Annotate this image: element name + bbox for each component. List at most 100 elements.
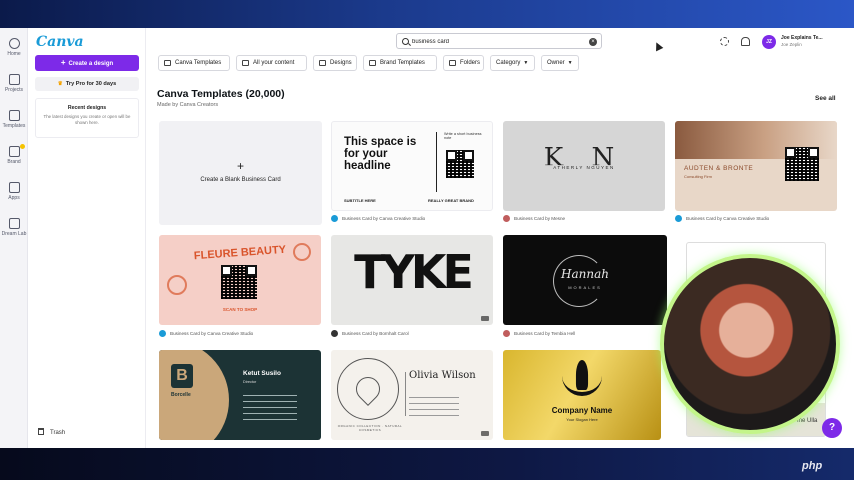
- filter-designs[interactable]: Designs: [313, 55, 357, 71]
- help-button[interactable]: ?: [822, 418, 842, 438]
- caption-text: Business Card by Tembia Hell: [514, 331, 576, 336]
- chevron-down-icon: ▼: [523, 60, 529, 66]
- video-top-band: [0, 0, 854, 28]
- designs-icon: [319, 60, 326, 66]
- thumb-divider: [405, 372, 406, 416]
- canva-logo[interactable]: Canva: [36, 34, 84, 50]
- thumb-headline: This space is for your headline: [344, 136, 417, 173]
- trash-link[interactable]: Trash: [38, 428, 65, 436]
- template-thumbnail[interactable]: FLEURE BEAUTY SCAN TO SHOP: [159, 235, 321, 325]
- recent-designs-box: Recent designs The latest designs you cr…: [35, 98, 139, 138]
- template-card[interactable]: TYKE Business Card by Bornhalt Carol: [331, 235, 493, 339]
- recent-designs-desc: The latest designs you create or open wi…: [43, 114, 131, 125]
- template-caption[interactable]: Business Card by Canva Creative Studio: [159, 330, 253, 337]
- account-name[interactable]: Joe Explains Te...: [781, 35, 823, 41]
- filter-label: Category: [496, 60, 521, 66]
- template-thumbnail[interactable]: Company Name Your Slogan Here: [503, 350, 661, 440]
- creator-avatar-icon: [159, 330, 166, 337]
- thumb-sub: SCAN TO SHOP: [222, 307, 258, 312]
- rail-dreamlab[interactable]: Dream Lab: [0, 218, 28, 237]
- rail-brand-label: Brand: [7, 159, 21, 165]
- template-card[interactable]: B Borcelle Ketut Susilo Director: [159, 350, 321, 448]
- templates-icon: [8, 110, 20, 121]
- search-input[interactable]: [412, 36, 582, 47]
- webcam-overlay: [660, 254, 840, 434]
- create-design-label: Create a design: [68, 61, 114, 67]
- template-thumbnail[interactable]: ORGANIC COLLECTION · NATURAL COSMETICS O…: [331, 350, 493, 440]
- thumb-company: Company Name: [551, 406, 613, 415]
- caption-text: Business Card by Canva Creative Studio: [686, 216, 770, 221]
- qr-code-icon: [221, 265, 257, 299]
- search-bar[interactable]: ×: [396, 33, 602, 49]
- template-caption[interactable]: Business Card by Tembia Hell: [503, 330, 575, 337]
- template-caption[interactable]: Business Card by Canva Creative Studio: [331, 215, 425, 222]
- template-caption[interactable]: Business Card by Canva Creative Studio: [675, 215, 769, 222]
- rail-apps[interactable]: Apps: [0, 182, 28, 201]
- filter-category-dropdown[interactable]: Category ▼: [490, 55, 535, 71]
- apps-icon: [8, 182, 20, 193]
- filter-brand-templates[interactable]: Brand Templates: [363, 55, 437, 71]
- gear-icon[interactable]: [720, 37, 729, 46]
- template-thumbnail[interactable]: AUDTEN & BRONTE Consulting Firm: [675, 121, 837, 211]
- filter-all-content[interactable]: All your content: [236, 55, 307, 71]
- recent-designs-title: Recent designs: [67, 105, 107, 111]
- brand-templates-icon: [369, 60, 376, 66]
- thumb-title: FLEURE BEAUTY: [193, 243, 287, 263]
- template-thumbnail[interactable]: This space is for your headline Write a …: [331, 121, 493, 211]
- template-card[interactable]: FLEURE BEAUTY SCAN TO SHOP Business Card…: [159, 235, 321, 339]
- template-thumbnail[interactable]: TYKE: [331, 235, 493, 325]
- template-caption[interactable]: Business Card by Mesne: [503, 215, 565, 222]
- see-all-link[interactable]: See all: [815, 95, 836, 102]
- flower-icon: [167, 275, 187, 295]
- rail-projects[interactable]: Projects: [0, 74, 28, 93]
- thumb-brand-sub: Consulting Firm: [684, 174, 713, 179]
- rail-home[interactable]: Home: [0, 38, 28, 57]
- canva-app: Home Projects Templates Brand Apps Dream…: [0, 28, 854, 448]
- clear-search-icon[interactable]: ×: [589, 37, 597, 46]
- qr-code-icon: [785, 147, 819, 181]
- filter-owner-dropdown[interactable]: Owner ▼: [541, 55, 579, 71]
- caption-text: Business Card by Canva Creative Studio: [170, 331, 254, 336]
- rail-apps-label: Apps: [8, 195, 20, 201]
- search-icon: [402, 38, 409, 45]
- create-design-button[interactable]: + Create a design: [35, 55, 139, 71]
- thumb-script-name: Hannah: [561, 267, 609, 281]
- rail-brand[interactable]: Brand: [0, 144, 28, 165]
- filter-folders[interactable]: Folders: [443, 55, 484, 71]
- bell-icon[interactable]: [741, 37, 750, 46]
- template-card[interactable]: Hannah MORALES Business Card by Tembia H…: [503, 235, 667, 339]
- template-card-blank[interactable]: + Create a Blank Business Card: [159, 121, 322, 225]
- thumb-monogram-sub: ATHERLY NGUYEN: [503, 165, 665, 170]
- thumb-slogan: Your Slogan Here: [566, 417, 598, 422]
- filter-canva-templates[interactable]: Canva Templates: [158, 55, 230, 71]
- template-thumbnail[interactable]: Hannah MORALES: [503, 235, 667, 325]
- template-card[interactable]: Company Name Your Slogan Here: [503, 350, 661, 448]
- filter-label: Owner: [547, 60, 565, 66]
- dreamlab-icon: [8, 218, 20, 229]
- template-caption[interactable]: Business Card by Bornhalt Carol: [331, 330, 409, 337]
- try-pro-button[interactable]: ♛ Try Pro for 30 days: [35, 77, 139, 91]
- template-card[interactable]: ORGANIC COLLECTION · NATURAL COSMETICS O…: [331, 350, 493, 448]
- thumb-seal-text: ORGANIC COLLECTION · NATURAL COSMETICS: [337, 424, 403, 432]
- chevron-down-icon: ▼: [567, 60, 573, 66]
- templates-icon: [164, 60, 171, 66]
- thumb-contact-lines: [409, 392, 459, 416]
- mouse-cursor-icon: [652, 40, 664, 52]
- try-pro-label: Try Pro for 30 days: [65, 81, 117, 87]
- blank-thumbnail[interactable]: + Create a Blank Business Card: [159, 121, 322, 225]
- template-card[interactable]: K N ATHERLY NGUYEN Business Card by Mesn…: [503, 121, 665, 225]
- filter-label: Folders: [460, 60, 481, 66]
- plus-icon: +: [236, 159, 244, 173]
- avatar[interactable]: JZ: [762, 35, 776, 49]
- home-icon: [8, 38, 20, 49]
- template-thumbnail[interactable]: K N ATHERLY NGUYEN: [503, 121, 665, 211]
- rail-templates[interactable]: Templates: [0, 110, 28, 129]
- thumb-person-role: Director: [243, 380, 257, 384]
- caption-text: Business Card by Bornhalt Carol: [342, 331, 409, 336]
- creator-avatar-icon: [503, 215, 510, 222]
- template-card[interactable]: This space is for your headline Write a …: [331, 121, 493, 225]
- creator-avatar-icon: [503, 330, 510, 337]
- template-card[interactable]: AUDTEN & BRONTE Consulting Firm Business…: [675, 121, 837, 225]
- template-thumbnail[interactable]: B Borcelle Ketut Susilo Director: [159, 350, 321, 440]
- folder-icon: [449, 60, 456, 66]
